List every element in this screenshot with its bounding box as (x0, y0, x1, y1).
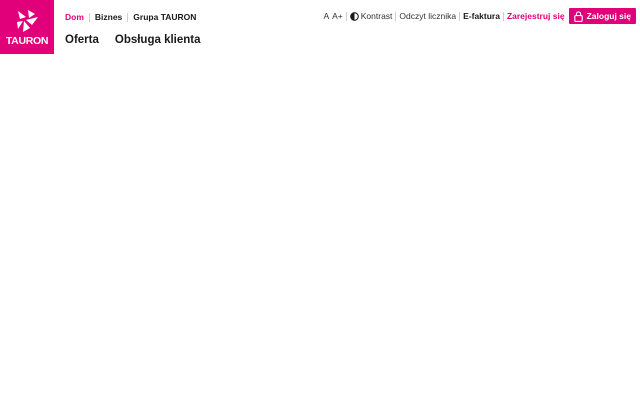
divider (395, 11, 397, 21)
divider (459, 11, 461, 21)
divider (345, 11, 347, 21)
half-circle-icon (349, 11, 359, 21)
contrast-label: Kontrast (360, 11, 393, 21)
font-increase-button[interactable]: A+ (332, 11, 343, 21)
meter-reading-link[interactable]: Odczyt licznika (399, 11, 456, 21)
login-button[interactable]: Zaloguj się (568, 8, 636, 24)
main-nav: Oferta Obsługa klienta (65, 34, 201, 46)
login-label: Zaloguj się (586, 11, 631, 21)
logo-mark-icon (17, 10, 38, 32)
divider (127, 12, 129, 22)
contrast-toggle[interactable]: Kontrast (349, 11, 393, 21)
segment-grupa-tauron[interactable]: Grupa TAURON (133, 12, 196, 22)
segment-dom[interactable]: Dom (65, 12, 84, 22)
utility-bar: A A+ Kontrast Odczyt licznika E-faktura … (323, 8, 636, 24)
register-link[interactable]: Zarejestruj się (507, 11, 565, 21)
divider (88, 12, 90, 22)
e-invoice-link[interactable]: E-faktura (463, 11, 500, 21)
font-decrease-button[interactable]: A (323, 11, 329, 21)
segment-nav: Dom Biznes Grupa TAURON (65, 11, 196, 23)
main-nav-oferta[interactable]: Oferta (65, 34, 99, 46)
tauron-logo[interactable]: TAURON (0, 0, 54, 54)
logo-text: TAURON (5, 35, 49, 47)
divider (502, 11, 504, 21)
segment-biznes[interactable]: Biznes (95, 12, 122, 22)
main-nav-obsluga-klienta[interactable]: Obsługa klienta (115, 34, 201, 46)
lock-icon (573, 10, 583, 22)
